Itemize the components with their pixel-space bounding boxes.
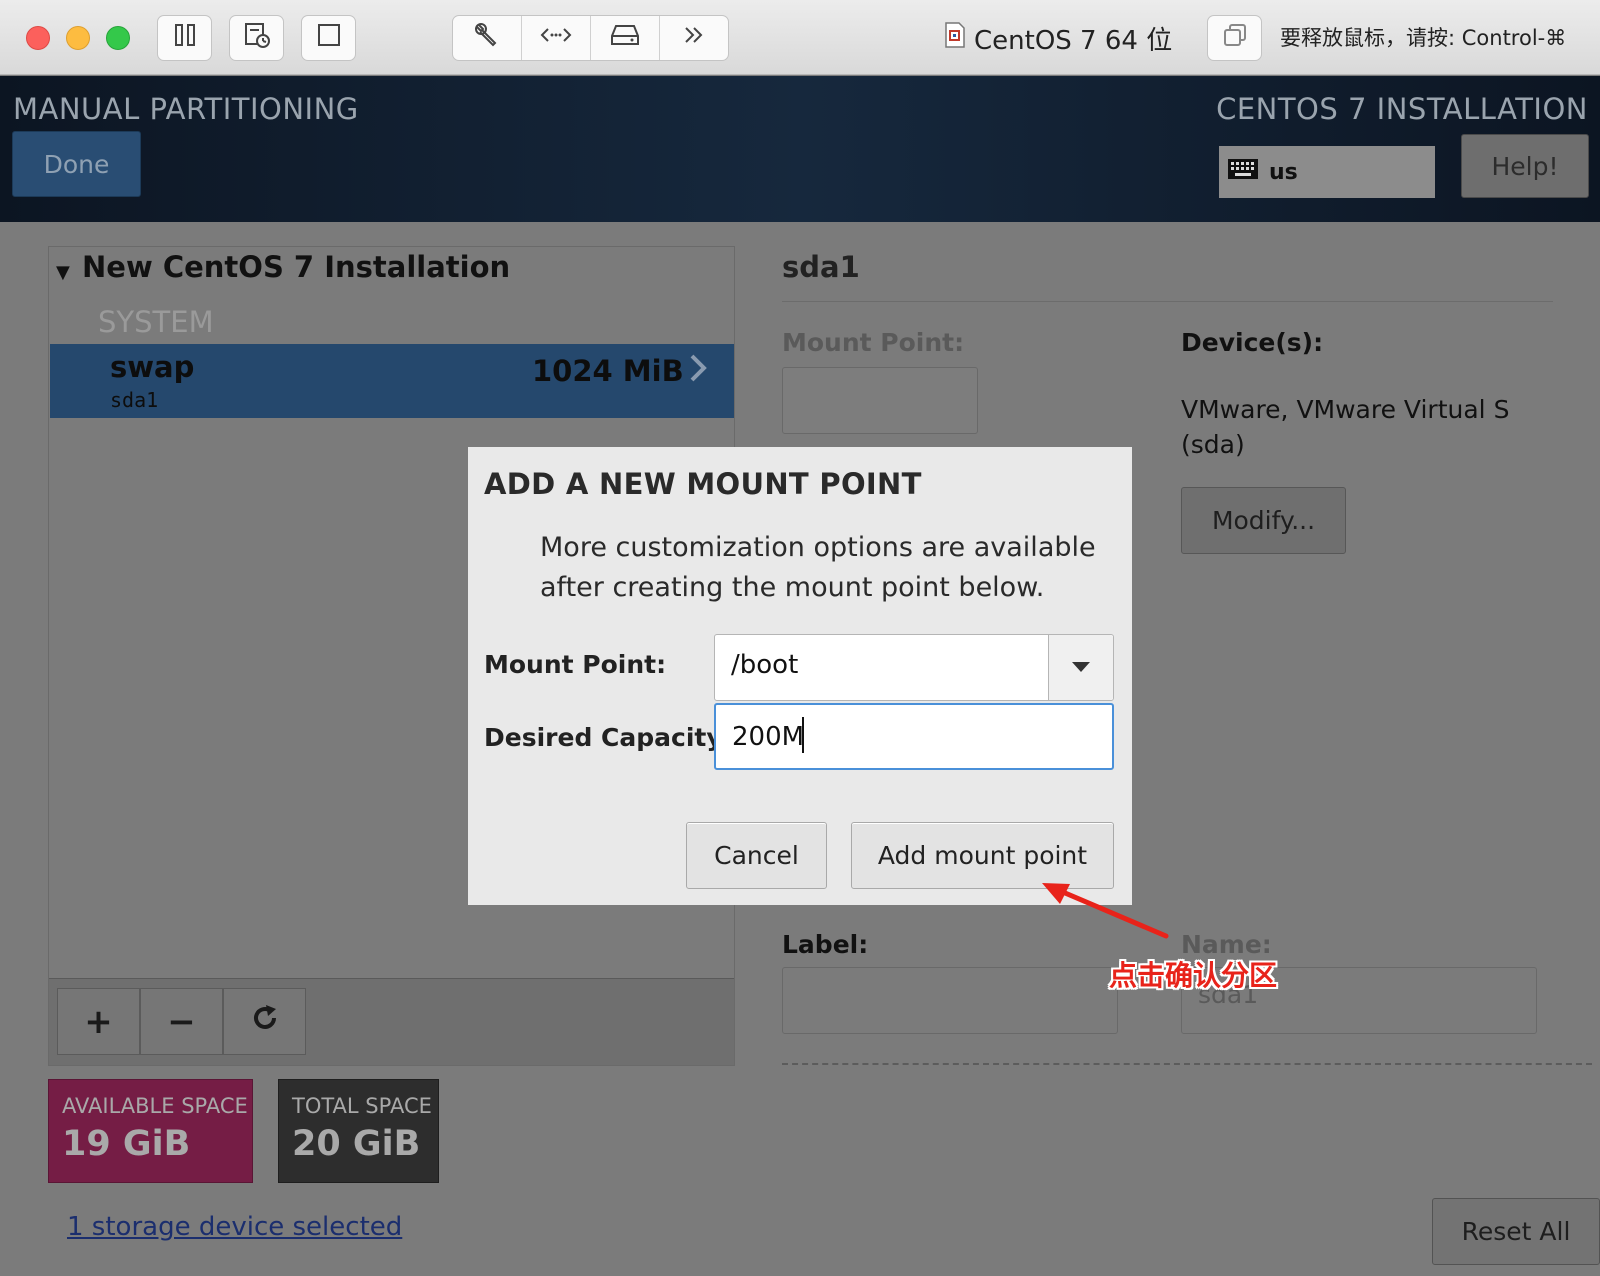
- add-partition-button[interactable]: +: [57, 988, 140, 1055]
- hard-drive-icon: [610, 24, 640, 52]
- reset-all-button[interactable]: Reset All: [1432, 1198, 1600, 1265]
- vm-toolbar-group: [452, 15, 729, 61]
- keyboard-layout-text: us: [1269, 159, 1298, 185]
- add-mount-point-button[interactable]: Add mount point: [851, 822, 1114, 889]
- release-mouse-hint: 要释放鼠标，请按: Control-⌘: [1280, 26, 1567, 50]
- refresh-icon: [250, 1002, 280, 1042]
- installation-name[interactable]: New CentOS 7 Installation: [82, 250, 510, 284]
- copy-window-icon: [1222, 22, 1248, 54]
- unity-button[interactable]: [1207, 15, 1262, 61]
- plus-icon: +: [84, 1001, 113, 1042]
- cancel-button[interactable]: Cancel: [686, 822, 827, 889]
- total-space-label: TOTAL SPACE: [292, 1094, 432, 1118]
- annotation-label: 点击确认分区: [1109, 959, 1278, 992]
- done-button[interactable]: Done: [12, 131, 141, 197]
- system-section-label: SYSTEM: [98, 305, 214, 339]
- storage-devices-link[interactable]: 1 storage device selected: [67, 1212, 402, 1242]
- suspend-button[interactable]: [157, 15, 212, 61]
- minus-icon: −: [167, 1001, 196, 1042]
- dialog-description: More customization options are available…: [540, 532, 1096, 603]
- wrench-icon: [473, 21, 501, 55]
- label-field[interactable]: [782, 967, 1118, 1034]
- available-space-box: AVAILABLE SPACE 19 GiB: [48, 1079, 253, 1183]
- vm-title: CentOS 7 64 位: [944, 20, 1172, 56]
- help-button[interactable]: Help!: [1461, 134, 1589, 198]
- settings-button[interactable]: [453, 16, 522, 60]
- total-space-value: 20 GiB: [292, 1124, 421, 1164]
- keyboard-icon: [1227, 158, 1259, 186]
- details-mount-point-label: Mount Point:: [782, 328, 965, 357]
- screen-title: MANUAL PARTITIONING: [13, 92, 359, 126]
- devices-label: Device(s):: [1181, 328, 1324, 357]
- zoom-window-button[interactable]: [106, 26, 130, 50]
- total-space-box: TOTAL SPACE 20 GiB: [278, 1079, 439, 1183]
- modify-button[interactable]: Modify...: [1181, 487, 1346, 554]
- fullscreen-button[interactable]: [301, 15, 356, 61]
- chevron-right-icon: [688, 352, 708, 392]
- annotation-arrow-icon: [1042, 883, 1169, 939]
- more-button[interactable]: [660, 16, 728, 60]
- partition-size: 1024 MiB: [532, 354, 684, 388]
- window-icon: [317, 23, 341, 53]
- close-window-button[interactable]: [26, 26, 50, 50]
- snapshot-icon: [243, 21, 271, 55]
- mount-point-value: /boot: [731, 650, 799, 680]
- partition-device: sda1: [110, 388, 159, 412]
- disk-button[interactable]: [591, 16, 660, 60]
- snapshot-button[interactable]: [229, 15, 284, 61]
- details-divider: [782, 301, 1553, 302]
- label-field-label: Label:: [782, 930, 869, 959]
- mount-point-label: Mount Point:: [484, 650, 667, 679]
- vm-doc-icon: [944, 21, 966, 56]
- text-cursor: [802, 717, 804, 753]
- device-name: VMware, VMware Virtual S (sda): [1181, 395, 1510, 459]
- available-space-value: 19 GiB: [62, 1124, 191, 1164]
- expander-triangle-icon[interactable]: ▼: [56, 262, 70, 283]
- dialog-title: ADD A NEW MOUNT POINT: [484, 467, 922, 501]
- desired-capacity-input[interactable]: [714, 703, 1114, 770]
- available-space-label: AVAILABLE SPACE: [62, 1094, 248, 1118]
- caret-down-icon: [1071, 658, 1091, 677]
- desired-capacity-label: Desired Capacity:: [484, 723, 733, 752]
- details-mount-point-field[interactable]: [782, 367, 978, 434]
- partition-name: swap: [110, 350, 195, 384]
- pause-icon: [174, 23, 196, 53]
- code-arrows-icon: [540, 25, 572, 51]
- product-title: CENTOS 7 INSTALLATION: [1216, 92, 1588, 126]
- minimize-window-button[interactable]: [66, 26, 90, 50]
- chevron-double-right-icon: [682, 25, 706, 51]
- remove-partition-button[interactable]: −: [140, 988, 223, 1055]
- mount-point-dropdown-button[interactable]: [1048, 635, 1113, 700]
- vm-title-text: CentOS 7 64 位: [974, 25, 1173, 56]
- refresh-button[interactable]: [223, 988, 306, 1055]
- partition-details-title: sda1: [782, 250, 860, 284]
- details-dashed-divider: [782, 1063, 1592, 1065]
- network-button[interactable]: [522, 16, 591, 60]
- keyboard-layout-indicator[interactable]: us: [1219, 146, 1435, 198]
